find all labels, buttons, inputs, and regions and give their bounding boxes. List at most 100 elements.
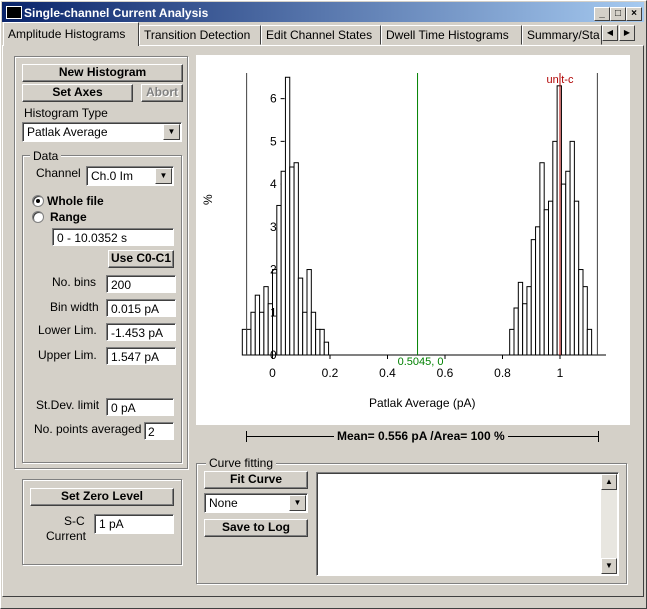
- histogram-bar: [284, 76, 291, 356]
- sc-current-label-1: S-C: [64, 514, 85, 528]
- data-group-title: Data: [30, 149, 62, 163]
- range-input[interactable]: 0 - 10.0352 s: [52, 228, 174, 246]
- tab-edit-channel-states[interactable]: Edit Channel States: [261, 25, 381, 45]
- histogram-bar: [241, 328, 248, 356]
- histogram-bar: [517, 281, 524, 356]
- tab-scroll-left-icon[interactable]: ◀: [602, 25, 618, 41]
- histogram-bar: [302, 311, 308, 356]
- equation-select[interactable]: None ▼: [204, 493, 308, 513]
- y-tick-label: 5: [270, 134, 277, 148]
- curve-fitting-title: Curve fitting: [206, 456, 277, 470]
- histogram-bar: [522, 303, 528, 356]
- histogram-bar: [310, 311, 317, 356]
- channel-value: Ch.0 Im: [91, 169, 134, 183]
- sc-current-input[interactable]: 1 pA: [94, 514, 174, 534]
- stdev-limit-input[interactable]: 0 pA: [106, 398, 174, 416]
- histogram-bar: [250, 311, 256, 356]
- histogram-bar: [535, 226, 541, 356]
- histogram-bar: [297, 277, 304, 356]
- upper-limit-input[interactable]: 1.547 pA: [106, 347, 176, 365]
- new-histogram-button[interactable]: New Histogram: [22, 64, 183, 82]
- histogram-bar: [513, 307, 519, 356]
- points-averaged-input[interactable]: 2: [144, 422, 174, 440]
- bin-width-input[interactable]: 0.015 pA: [106, 299, 176, 317]
- abort-button[interactable]: Abort: [141, 84, 183, 102]
- scroll-down-icon[interactable]: ▼: [601, 558, 617, 574]
- range-label[interactable]: Range: [50, 210, 87, 224]
- maximize-button[interactable]: □: [610, 7, 626, 21]
- channel-select[interactable]: Ch.0 Im ▼: [86, 166, 174, 186]
- chevron-down-icon[interactable]: ▼: [163, 124, 180, 140]
- use-c0-c1-button[interactable]: Use C0-C1: [108, 250, 174, 268]
- annotation-label: 0.5045, 0: [398, 356, 444, 368]
- histogram-bar: [539, 162, 545, 356]
- histogram-type-value: Patlak Average: [27, 125, 108, 139]
- annotation-label: unit-c: [547, 74, 574, 86]
- y-tick-label: 1: [270, 305, 277, 319]
- tab-scroll-right-icon[interactable]: ▶: [619, 25, 635, 41]
- histogram-bar: [315, 328, 321, 356]
- histogram-bar: [319, 328, 325, 356]
- y-axis-label: %: [201, 194, 215, 205]
- histogram-bar: [586, 328, 593, 356]
- histogram-bar: [293, 162, 299, 356]
- y-tick-label: 4: [270, 177, 277, 191]
- histogram-bar: [263, 286, 269, 356]
- summary-line-right-tick: [598, 431, 599, 442]
- x-tick-label: 0.8: [494, 366, 511, 380]
- equation-value: None: [209, 496, 238, 510]
- histogram-bar: [582, 286, 588, 356]
- whole-file-radio[interactable]: [32, 195, 44, 207]
- y-tick-label: 6: [270, 92, 277, 106]
- title-bar[interactable]: Single-channel Current Analysis _ □ ×: [2, 2, 644, 22]
- histogram-bar: [552, 140, 558, 356]
- x-axis-label: Patlak Average (pA): [369, 396, 476, 410]
- histogram-bar: [548, 200, 554, 356]
- no-bins-input[interactable]: 200: [106, 275, 176, 293]
- histogram-bar: [246, 328, 252, 356]
- set-zero-level-button[interactable]: Set Zero Level: [30, 488, 174, 506]
- app-icon: [6, 6, 22, 19]
- histogram-bar: [556, 85, 562, 356]
- x-tick-label: 0: [269, 366, 276, 380]
- histogram-bar: [569, 140, 575, 356]
- histogram-bar: [254, 294, 261, 356]
- stdev-limit-label: St.Dev. limit: [36, 398, 100, 412]
- no-bins-label: No. bins: [52, 275, 97, 289]
- save-to-log-button[interactable]: Save to Log: [204, 519, 308, 537]
- histogram-bar: [289, 166, 295, 356]
- summary-line-left-tick: [246, 431, 247, 442]
- bin-width-label: Bin width: [50, 300, 99, 314]
- tab-transition-detection[interactable]: Transition Detection: [139, 25, 261, 45]
- lower-limit-input[interactable]: -1.453 pA: [106, 323, 176, 341]
- y-tick-label: 3: [270, 220, 277, 234]
- histogram-type-label: Histogram Type: [24, 106, 108, 120]
- tab-amplitude-histograms[interactable]: Amplitude Histograms: [3, 22, 139, 46]
- histogram-bar: [509, 328, 515, 356]
- histogram-bar: [565, 170, 571, 356]
- fit-curve-button[interactable]: Fit Curve: [204, 471, 308, 489]
- x-tick-label: 0.6: [437, 366, 454, 380]
- histogram-plot-area[interactable]: 0 0.2 0.4 0.6 0.8 1 0 1 2 3 4 5 6 0.5045, 0 unit-c Pat…: [196, 55, 630, 425]
- histogram-bar: [560, 183, 567, 356]
- tab-summary-stats[interactable]: Summary/Sta: [522, 25, 602, 45]
- histogram-type-select[interactable]: Patlak Average ▼: [22, 122, 182, 142]
- whole-file-label[interactable]: Whole file: [47, 194, 104, 208]
- set-axes-button[interactable]: Set Axes: [22, 84, 133, 102]
- upper-limit-label: Upper Lim.: [38, 348, 97, 362]
- histogram-bar: [276, 204, 282, 356]
- range-radio[interactable]: [32, 211, 44, 223]
- histogram-chart[interactable]: 0 0.2 0.4 0.6 0.8 1 0 1 2 3 4 5 6 0.5045, 0 unit-c: [196, 55, 630, 425]
- scroll-up-icon[interactable]: ▲: [601, 474, 617, 490]
- chevron-down-icon[interactable]: ▼: [289, 495, 306, 511]
- results-scrollbar[interactable]: ▲ ▼: [601, 474, 617, 574]
- tab-dwell-time-histograms[interactable]: Dwell Time Histograms: [381, 25, 522, 45]
- window-title: Single-channel Current Analysis: [24, 6, 209, 20]
- minimize-button[interactable]: _: [594, 7, 610, 21]
- histogram-bar: [530, 239, 537, 356]
- histogram-bar: [578, 269, 584, 356]
- chevron-down-icon[interactable]: ▼: [155, 168, 172, 184]
- histogram-bar: [280, 170, 286, 356]
- fit-results-textarea[interactable]: ▲ ▼: [316, 472, 619, 576]
- close-button[interactable]: ×: [626, 7, 642, 21]
